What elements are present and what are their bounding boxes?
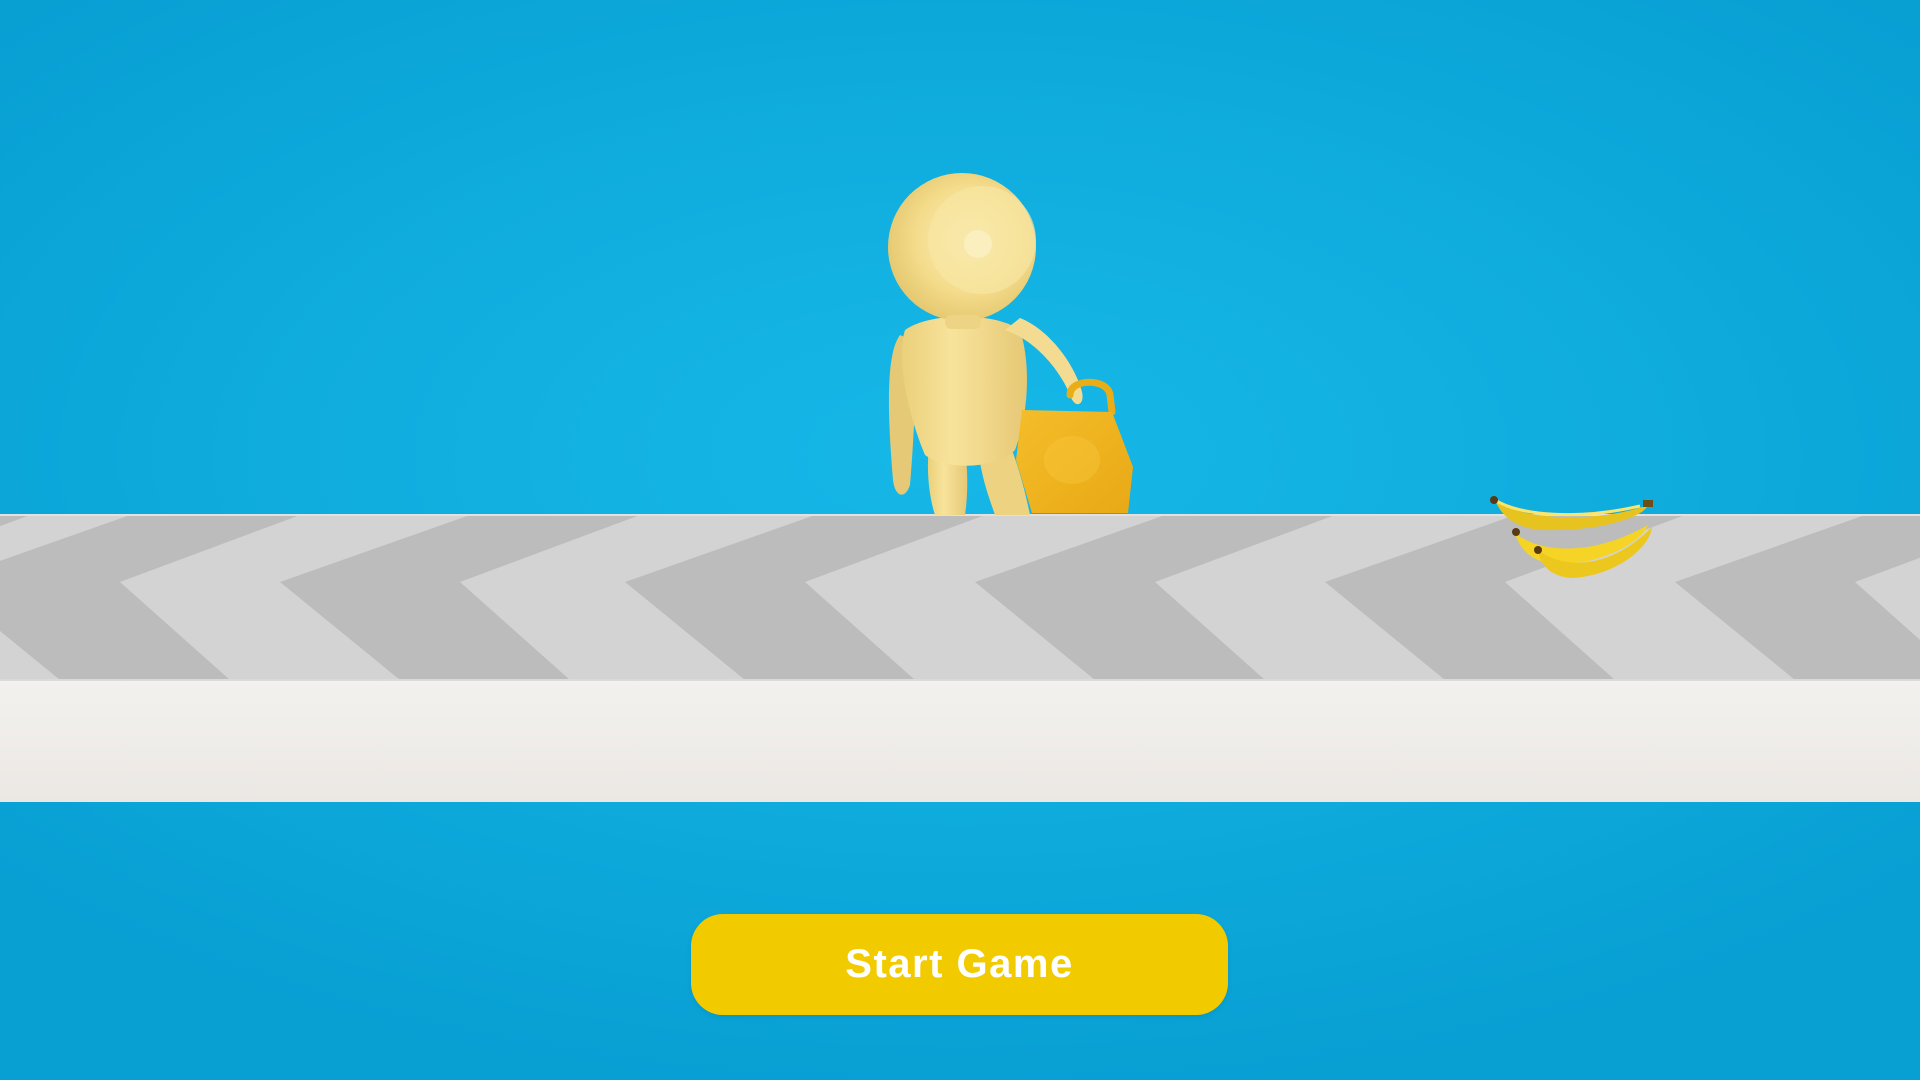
track-front-face bbox=[0, 680, 1920, 802]
start-game-button-label: Start Game bbox=[845, 942, 1074, 986]
start-game-button[interactable]: Start Game bbox=[691, 914, 1228, 1015]
game-scene: Start Game bbox=[0, 0, 1920, 1080]
